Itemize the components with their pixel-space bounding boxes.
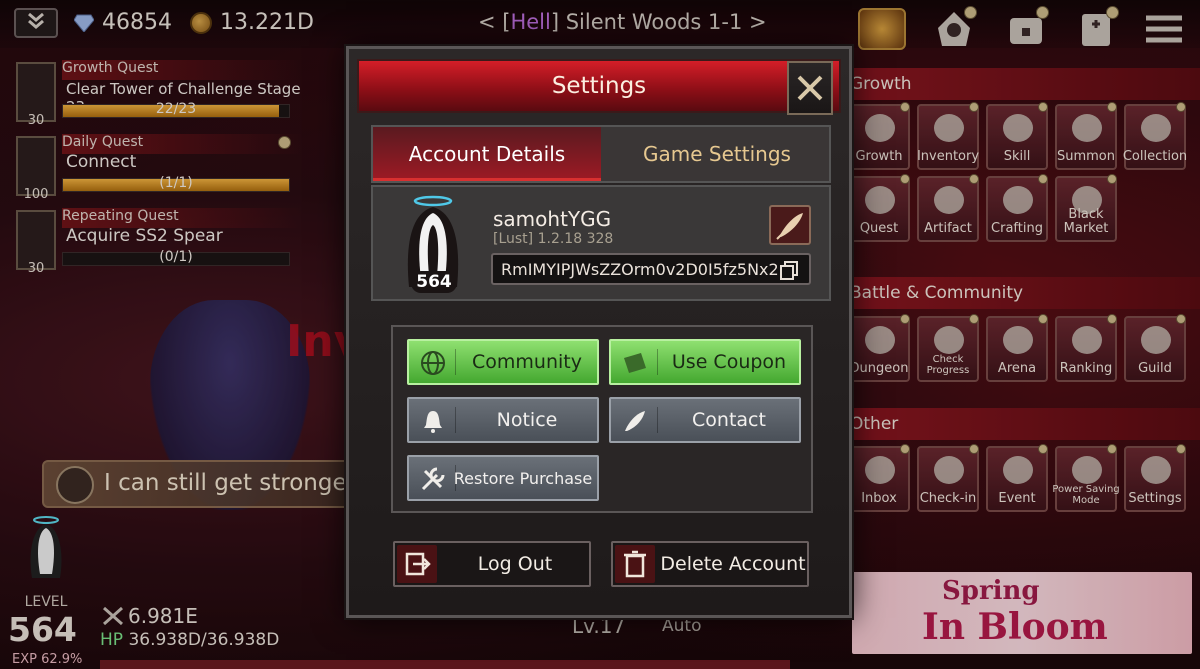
modal-header: Settings [357,59,841,115]
notice-button[interactable]: Notice [407,397,599,443]
account-card: 564 samohtYGG [Lust] 1.2.18 328 RmIMYIPJ… [371,185,831,301]
community-button[interactable]: Community [407,339,599,385]
wrench-screwdriver-icon [421,467,445,491]
button-divider [657,349,658,375]
quill-icon [625,411,645,431]
button-divider [657,407,658,433]
ticket-icon [624,353,646,373]
use-coupon-label: Use Coupon [671,351,787,373]
exit-icon [405,552,431,576]
log-out-button[interactable]: Log Out [393,541,591,587]
user-id-field: RmIMYIPJWsZZOrm0v2D0I5fz5Nx2 [491,253,811,285]
action-buttons-panel: Community Use Coupon Notice Contact Rest… [391,325,813,513]
restore-purchase-label: Restore Purchase [453,469,593,488]
copy-icon[interactable] [779,260,799,280]
trash-icon [624,550,646,578]
contact-label: Contact [692,409,766,431]
exit-icon-box [397,545,437,583]
version-text: [Lust] 1.2.18 328 [493,231,614,247]
tabs: Account Details Game Settings [371,125,831,183]
close-button[interactable] [787,61,833,115]
username: samohtYGG [493,207,612,231]
edit-profile-button[interactable] [769,205,811,245]
contact-button[interactable]: Contact [609,397,801,443]
tab-account-details[interactable]: Account Details [373,127,601,181]
game-screen: Inv 46854 13.221D < [Hell] Silent Woods … [0,0,1200,669]
log-out-label: Log Out [477,553,553,575]
delete-account-button[interactable]: Delete Account [611,541,809,587]
user-id-text: RmIMYIPJWsZZOrm0v2D0I5fz5Nx2 [501,260,779,279]
tab-game-settings[interactable]: Game Settings [603,127,831,181]
trash-icon-box [615,545,655,583]
notice-label: Notice [496,409,558,431]
use-coupon-button[interactable]: Use Coupon [609,339,801,385]
modal-title: Settings [551,73,647,99]
crossed-swords-close-icon [797,75,823,101]
quill-icon [776,213,803,240]
button-divider [455,407,456,433]
restore-purchase-button[interactable]: Restore Purchase [407,455,599,501]
community-label: Community [472,351,582,373]
settings-modal: Settings Account Details Game Settings 5… [346,46,852,618]
button-divider [455,349,456,375]
delete-account-label: Delete Account [660,553,806,575]
globe-icon [421,351,445,375]
avatar-level-badge: 564 [411,271,457,293]
bell-icon [424,411,442,433]
